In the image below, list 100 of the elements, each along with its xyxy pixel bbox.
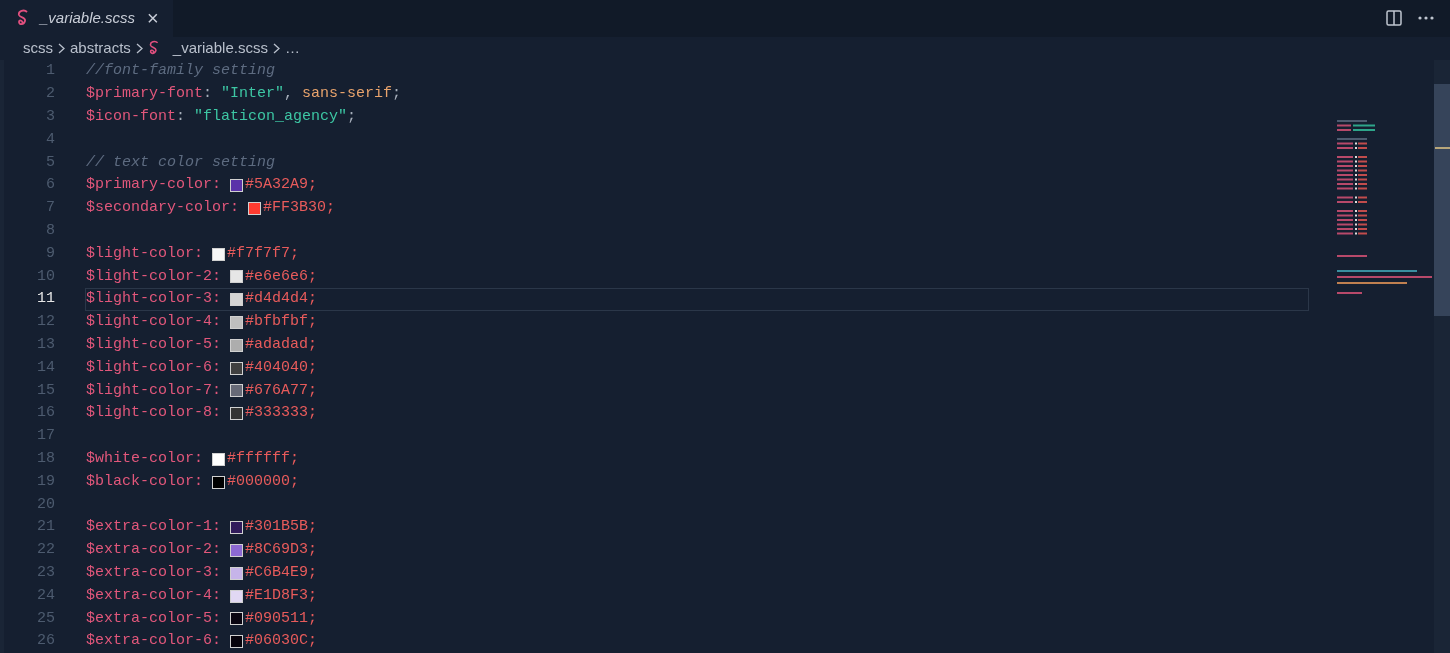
- code-token: "flaticon_agency": [194, 107, 348, 128]
- editor-tab[interactable]: _variable.scss ×: [0, 0, 173, 37]
- line-number: 16: [36, 403, 55, 424]
- variable-name: $extra-color-2:: [86, 540, 222, 561]
- color-swatch[interactable]: [230, 293, 244, 307]
- color-value: #404040;: [245, 357, 318, 378]
- line-number: 2: [45, 84, 55, 105]
- variable-name: $extra-color-4:: [86, 585, 222, 606]
- tab-title: _variable.scss: [40, 8, 136, 28]
- color-value: #000000;: [227, 471, 300, 492]
- chevron-icon: [272, 42, 280, 54]
- color-swatch[interactable]: [212, 475, 226, 489]
- cursor-marker: [1435, 147, 1450, 150]
- color-value: #bfbfbf;: [245, 312, 318, 333]
- color-value: #676A77;: [245, 380, 318, 401]
- breadcrumb-item[interactable]: …: [284, 37, 300, 60]
- color-swatch[interactable]: [230, 407, 244, 421]
- line-number: 22: [36, 540, 55, 561]
- color-value: #06030C;: [245, 631, 318, 652]
- variable-name: $white-color:: [86, 449, 204, 469]
- color-swatch[interactable]: [230, 521, 244, 535]
- color-value: #adadad;: [245, 335, 318, 355]
- breadcrumb-item[interactable]: abstracts: [70, 37, 131, 60]
- color-value: #301B5B;: [245, 517, 318, 538]
- line-number: 23: [36, 562, 55, 583]
- code-token: ;: [392, 84, 402, 105]
- line-number: 3: [45, 107, 55, 127]
- color-value: #f7f7f7;: [227, 243, 300, 264]
- variable-name: $light-color-2:: [86, 266, 222, 287]
- line-number: 26: [36, 631, 55, 652]
- split-editor-icon[interactable]: [1386, 10, 1402, 27]
- code-token: :: [203, 84, 213, 105]
- code-token: $primary-font: [86, 84, 204, 105]
- variable-name: $black-color:: [86, 471, 204, 492]
- line-number: 9: [45, 243, 55, 264]
- line-number: 4: [45, 129, 55, 150]
- color-swatch[interactable]: [230, 361, 244, 375]
- chevron-icon: [58, 42, 65, 54]
- variable-name: $light-color-4:: [86, 312, 222, 333]
- code-token: sans-serif: [302, 84, 393, 105]
- color-value: #5A32A9;: [245, 175, 318, 196]
- line-number: 1: [45, 61, 55, 82]
- line-number: 20: [36, 494, 55, 515]
- breadcrumb-item[interactable]: _variable.scss: [172, 37, 268, 60]
- line-number: 7: [45, 198, 55, 219]
- color-value: #FF3B30;: [263, 198, 336, 219]
- close-button[interactable]: ×: [147, 8, 159, 29]
- line-number: 21: [36, 517, 55, 538]
- variable-name: $light-color:: [86, 243, 204, 264]
- color-swatch[interactable]: [248, 201, 262, 215]
- variable-name: $extra-color-3:: [86, 562, 222, 583]
- variable-name: $primary-color:: [86, 175, 222, 196]
- color-swatch[interactable]: [230, 543, 244, 557]
- variable-name: $light-color-3:: [86, 289, 222, 310]
- code-token: "Inter": [221, 84, 285, 105]
- code-comment: //font-family setting: [86, 61, 276, 82]
- color-swatch[interactable]: [212, 452, 226, 466]
- line-number: 18: [36, 448, 55, 469]
- line-number: 17: [36, 426, 55, 447]
- color-swatch[interactable]: [212, 247, 226, 261]
- chevron-icon: [135, 42, 143, 54]
- line-number: 25: [36, 608, 55, 629]
- code-comment: // text color setting: [86, 152, 276, 173]
- color-swatch[interactable]: [230, 315, 244, 329]
- code-token: ;: [347, 107, 357, 128]
- line-number: 5: [45, 152, 55, 173]
- line-number: 12: [36, 312, 55, 333]
- variable-name: $light-color-5:: [86, 335, 222, 355]
- more-icon[interactable]: [1418, 16, 1434, 21]
- variable-name: $extra-color-6:: [86, 631, 222, 652]
- color-swatch[interactable]: [230, 338, 244, 352]
- color-value: #d4d4d4;: [245, 289, 318, 310]
- color-swatch[interactable]: [230, 589, 244, 603]
- color-value: #ffffff;: [227, 449, 300, 469]
- code-token: :: [176, 107, 186, 128]
- line-number: 10: [36, 266, 55, 287]
- line-number: 8: [45, 221, 55, 241]
- color-value: #E1D8F3;: [245, 585, 318, 606]
- breadcrumb-item[interactable]: scss: [23, 37, 53, 60]
- color-value: #C6B4E9;: [245, 562, 318, 583]
- variable-name: $light-color-6:: [86, 357, 222, 378]
- color-swatch[interactable]: [230, 566, 244, 580]
- variable-name: $light-color-8:: [86, 403, 222, 424]
- color-swatch[interactable]: [230, 270, 244, 284]
- color-swatch[interactable]: [230, 612, 244, 626]
- line-number: 15: [36, 380, 55, 401]
- variable-name: $light-color-7:: [86, 380, 222, 401]
- color-swatch[interactable]: [230, 635, 244, 649]
- line-number: 24: [36, 585, 55, 606]
- color-swatch[interactable]: [230, 384, 244, 398]
- color-value: #090511;: [245, 608, 318, 629]
- color-value: #e6e6e6;: [245, 266, 318, 287]
- line-number: 19: [36, 471, 55, 492]
- color-swatch[interactable]: [230, 179, 244, 193]
- line-number: 13: [36, 335, 55, 355]
- line-number: 14: [36, 357, 55, 378]
- scrollbar-thumb[interactable]: [1434, 84, 1450, 317]
- variable-name: $extra-color-5:: [86, 608, 222, 629]
- line-number: 6: [45, 175, 55, 196]
- line-number: 11: [36, 289, 55, 310]
